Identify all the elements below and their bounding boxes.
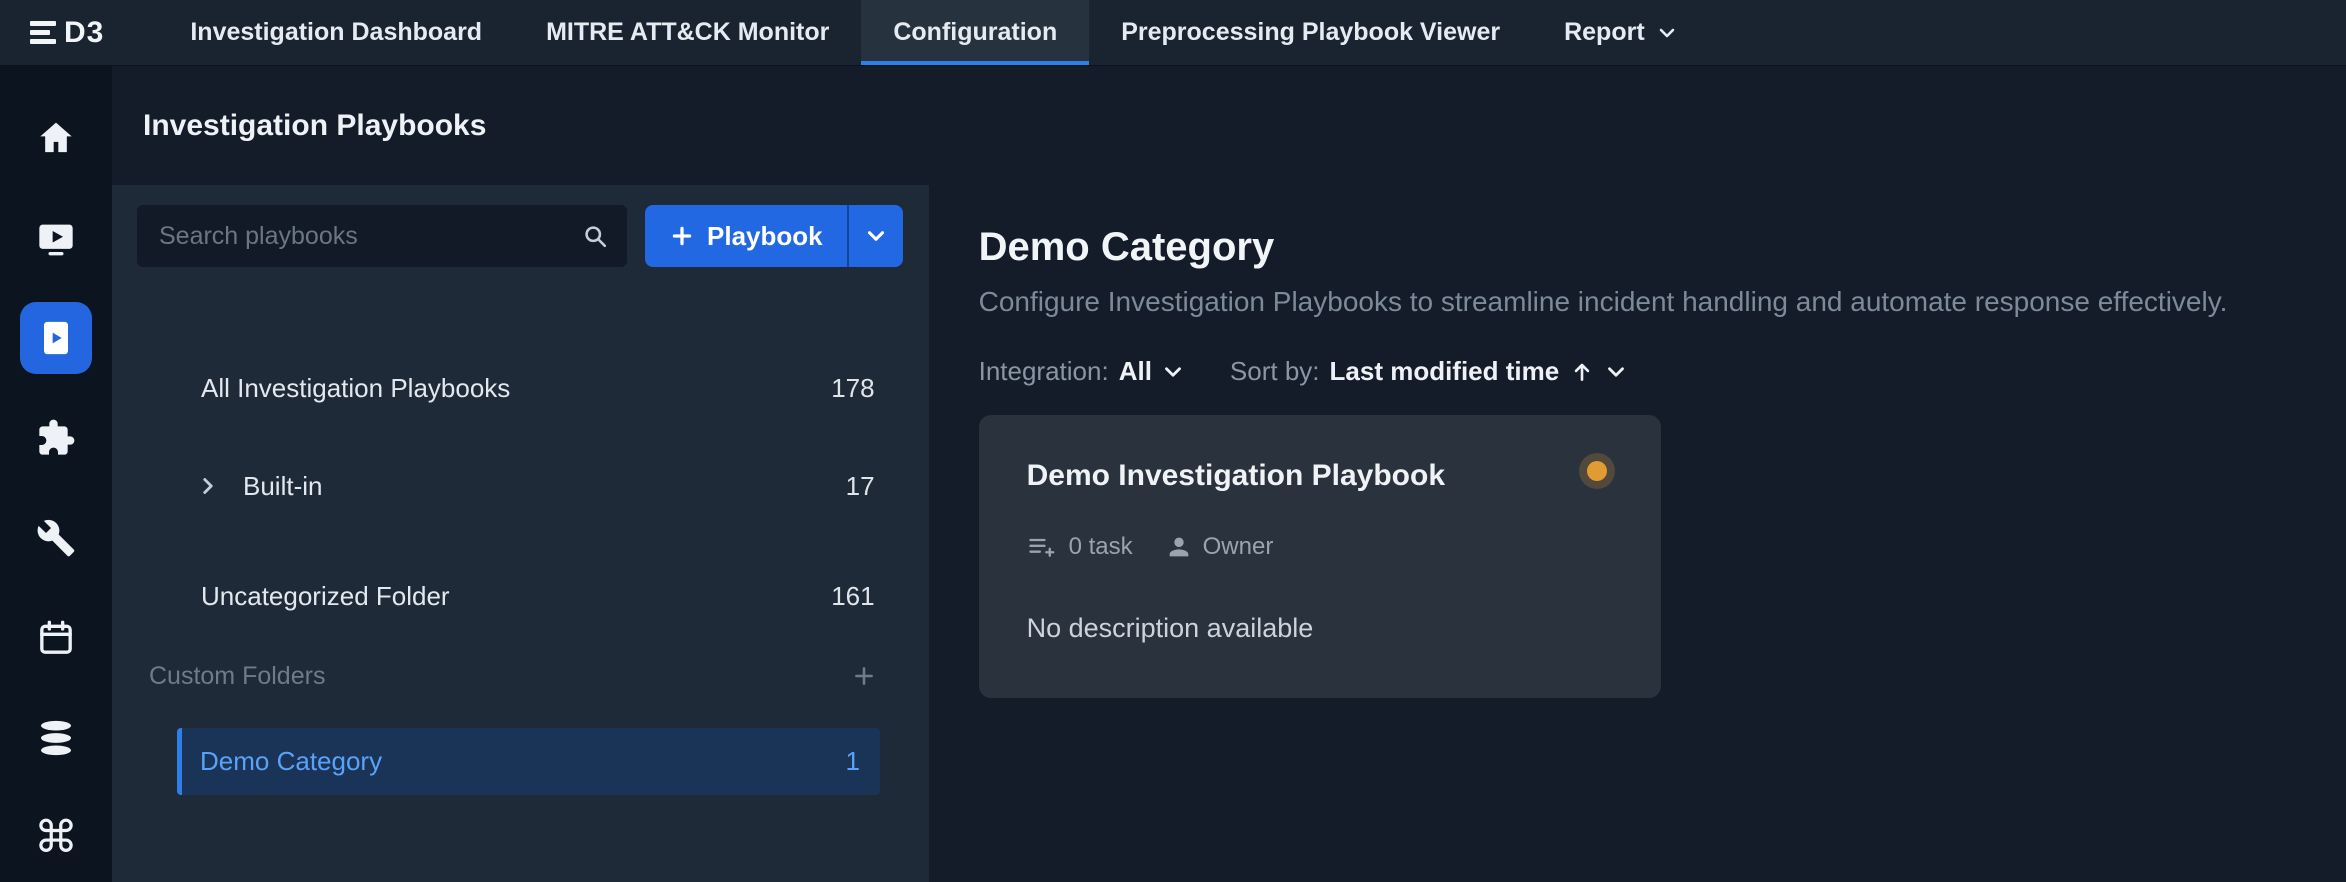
command-icon[interactable]: ⌘ — [20, 802, 92, 874]
tree-item-count: 178 — [831, 373, 874, 404]
owner-meta: Owner — [1165, 533, 1274, 561]
top-navigation-bar: D3 Investigation Dashboard MITRE ATT&CK … — [0, 0, 2346, 66]
category-detail-panel: Demo Category Configure Investigation Pl… — [929, 185, 2346, 882]
search-icon — [581, 222, 609, 250]
nav-item-report[interactable]: Report — [1532, 0, 1711, 65]
tree-item-built-in[interactable]: Built-in 17 — [137, 453, 903, 519]
search-box — [137, 205, 627, 267]
nav-item-preprocessing-playbook-viewer[interactable]: Preprocessing Playbook Viewer — [1089, 0, 1532, 65]
tree-item-count: 17 — [846, 471, 875, 502]
tree-item-label: Demo Category — [200, 746, 846, 777]
new-playbook-button-label: Playbook — [707, 221, 823, 252]
puzzle-icon[interactable] — [20, 402, 92, 474]
tree-item-uncategorized-folder[interactable]: Uncategorized Folder 161 — [137, 563, 903, 629]
person-icon — [1165, 533, 1193, 561]
integration-filter-value[interactable]: All — [1119, 356, 1152, 387]
sort-by-value[interactable]: Last modified time — [1330, 356, 1560, 387]
nav-item-investigation-dashboard[interactable]: Investigation Dashboard — [158, 0, 514, 65]
panel-toolbar: Playbook — [137, 205, 903, 267]
tree-item-all-playbooks[interactable]: All Investigation Playbooks 178 — [137, 355, 903, 421]
calendar-icon[interactable] — [20, 602, 92, 674]
plus-icon — [669, 223, 695, 249]
database-icon[interactable] — [20, 702, 92, 774]
sort-ascending-arrow-icon[interactable] — [1569, 359, 1595, 385]
d3-logo-icon — [30, 21, 56, 44]
nav-item-mitre-attack-monitor[interactable]: MITRE ATT&CK Monitor — [514, 0, 861, 65]
content-row: Playbook All Investigation Playbooks 178 — [112, 185, 2346, 882]
nav-item-configuration[interactable]: Configuration — [861, 0, 1089, 65]
chevron-right-icon — [195, 473, 221, 499]
playbook-card-title: Demo Investigation Playbook — [1027, 459, 1445, 493]
playbook-list-panel: Playbook All Investigation Playbooks 178 — [112, 185, 929, 882]
playbook-card[interactable]: Demo Investigation Playbook 0 task Owner… — [979, 415, 1661, 698]
tools-icon[interactable] — [20, 502, 92, 574]
playbook-card-header: Demo Investigation Playbook — [1027, 459, 1615, 493]
tree-item-label: All Investigation Playbooks — [201, 373, 831, 404]
playbook-folder-tree: All Investigation Playbooks 178 Built-in… — [137, 355, 903, 795]
chevron-down-icon — [1655, 21, 1679, 45]
tree-section-custom-folders: Custom Folders — [137, 646, 903, 706]
page-title: Investigation Playbooks — [143, 109, 486, 143]
nav-item-report-label: Report — [1564, 18, 1645, 47]
content-region: Investigation Playbooks Playbook — [112, 66, 2346, 882]
category-subtitle: Configure Investigation Playbooks to str… — [979, 286, 2306, 318]
icon-sidebar: ⌘ — [0, 66, 112, 882]
new-playbook-split-button: Playbook — [645, 205, 903, 267]
task-list-icon — [1027, 533, 1055, 561]
home-icon[interactable] — [20, 102, 92, 174]
tree-section-label: Custom Folders — [149, 662, 851, 691]
owner-label: Owner — [1203, 533, 1274, 561]
tree-item-demo-category[interactable]: Demo Category 1 — [177, 728, 880, 795]
sort-by-label: Sort by: — [1230, 356, 1320, 387]
status-dot — [1587, 461, 1607, 481]
add-folder-plus-icon[interactable] — [851, 663, 877, 689]
search-input[interactable] — [137, 205, 627, 267]
video-monitor-icon[interactable] — [20, 202, 92, 274]
category-title: Demo Category — [979, 225, 2306, 270]
tree-item-label: Built-in — [243, 471, 846, 502]
d3-logo: D3 — [0, 0, 132, 65]
new-playbook-dropdown-button[interactable] — [847, 205, 903, 267]
body-row: ⌘ Investigation Playbooks — [0, 66, 2346, 882]
tree-item-count: 1 — [846, 746, 860, 777]
new-playbook-button[interactable]: Playbook — [645, 205, 847, 267]
playbook-card-description: No description available — [1027, 613, 1615, 644]
top-nav-tabs: Investigation Dashboard MITRE ATT&CK Mon… — [158, 0, 1710, 65]
d3-logo-text: D3 — [64, 16, 104, 50]
page-header: Investigation Playbooks — [112, 66, 2346, 185]
tree-item-label: Uncategorized Folder — [201, 581, 831, 612]
filter-bar: Integration: All Sort by: Last modified … — [979, 356, 2306, 387]
chevron-down-icon[interactable] — [1603, 359, 1629, 385]
playbook-card-meta: 0 task Owner — [1027, 533, 1615, 561]
integration-filter-label: Integration: — [979, 356, 1109, 387]
app-root: D3 Investigation Dashboard MITRE ATT&CK … — [0, 0, 2346, 882]
chevron-down-icon — [863, 223, 889, 249]
task-count: 0 task — [1069, 533, 1133, 561]
chevron-down-icon[interactable] — [1160, 359, 1186, 385]
tree-item-count: 161 — [831, 581, 874, 612]
playbook-icon[interactable] — [20, 302, 92, 374]
